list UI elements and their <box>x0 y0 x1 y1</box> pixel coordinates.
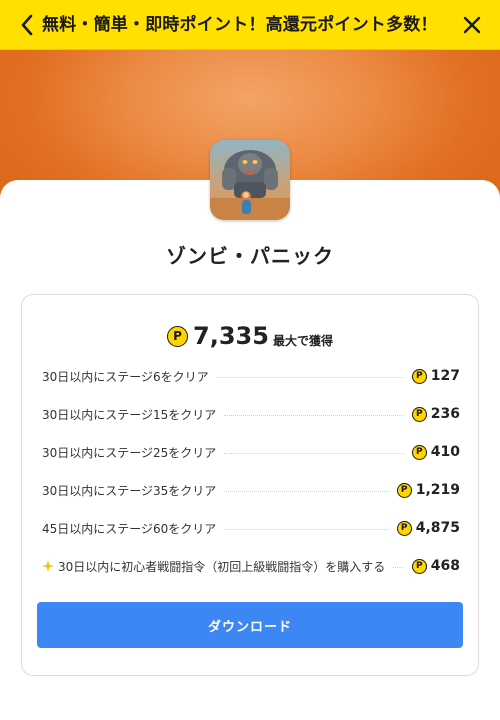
task-reward: P 468 <box>411 558 460 574</box>
task-row: 30日以内にステージ25をクリア P 410 <box>42 441 460 463</box>
task-row: 30日以内に初心者戦闘指令（初回上級戦闘指令）を購入する P 468 <box>42 555 460 577</box>
app-icon-zombie-panic <box>210 140 290 220</box>
close-icon <box>463 16 481 34</box>
task-points: 410 <box>430 444 460 460</box>
task-points: 4,875 <box>415 520 460 536</box>
total-points-value: 7,335 <box>193 322 269 350</box>
point-coin-icon: P <box>411 406 427 422</box>
dotted-leader <box>393 566 404 568</box>
sparkle-icon <box>42 560 54 572</box>
point-coin-icon: P <box>411 368 427 384</box>
task-points: 236 <box>430 406 460 422</box>
dotted-leader <box>224 490 389 492</box>
header-bar: 無料・簡単・即時ポイント！高還元ポイント多数！ <box>0 0 500 50</box>
task-reward: P 410 <box>411 444 460 460</box>
point-coin-icon: P <box>396 482 412 498</box>
dotted-leader <box>224 528 389 530</box>
task-reward: P 236 <box>411 406 460 422</box>
task-points: 468 <box>430 558 460 574</box>
task-label: 45日以内にステージ60をクリア <box>42 521 217 536</box>
task-reward: P 1,219 <box>396 482 460 498</box>
dotted-leader <box>216 376 404 378</box>
task-points: 1,219 <box>415 482 460 498</box>
task-row: 30日以内にステージ35をクリア P 1,219 <box>42 479 460 501</box>
dotted-leader <box>224 452 404 454</box>
task-row: 45日以内にステージ60をクリア P 4,875 <box>42 517 460 539</box>
task-label: 30日以内にステージ35をクリア <box>42 483 217 498</box>
task-reward: P 4,875 <box>396 520 460 536</box>
point-coin-icon: P <box>411 558 427 574</box>
point-coin-icon: P <box>167 325 189 347</box>
task-label: 30日以内にステージ6をクリア <box>42 369 209 384</box>
task-row: 30日以内にステージ6をクリア P 127 <box>42 365 460 387</box>
task-points: 127 <box>430 368 460 384</box>
chevron-left-icon <box>21 14 33 36</box>
header-title: 無料・簡単・即時ポイント！高還元ポイント多数！ <box>42 15 438 35</box>
total-points: P 7,335 最大で獲得 <box>0 318 500 354</box>
point-coin-icon: P <box>411 444 427 460</box>
app-name: ゾンビ・パニック <box>166 244 334 268</box>
total-points-suffix: 最大で獲得 <box>272 333 333 348</box>
close-button[interactable] <box>460 13 484 37</box>
download-button[interactable]: ダウンロード <box>37 602 463 648</box>
task-row: 30日以内にステージ15をクリア P 236 <box>42 403 460 425</box>
task-label: 30日以内にステージ25をクリア <box>42 445 217 460</box>
task-reward: P 127 <box>411 368 460 384</box>
point-coin-icon: P <box>396 520 412 536</box>
task-label: 30日以内にステージ15をクリア <box>42 407 217 422</box>
back-button[interactable] <box>14 12 40 38</box>
task-label: 30日以内に初心者戦闘指令（初回上級戦闘指令）を購入する <box>58 559 386 574</box>
dotted-leader <box>224 414 404 416</box>
